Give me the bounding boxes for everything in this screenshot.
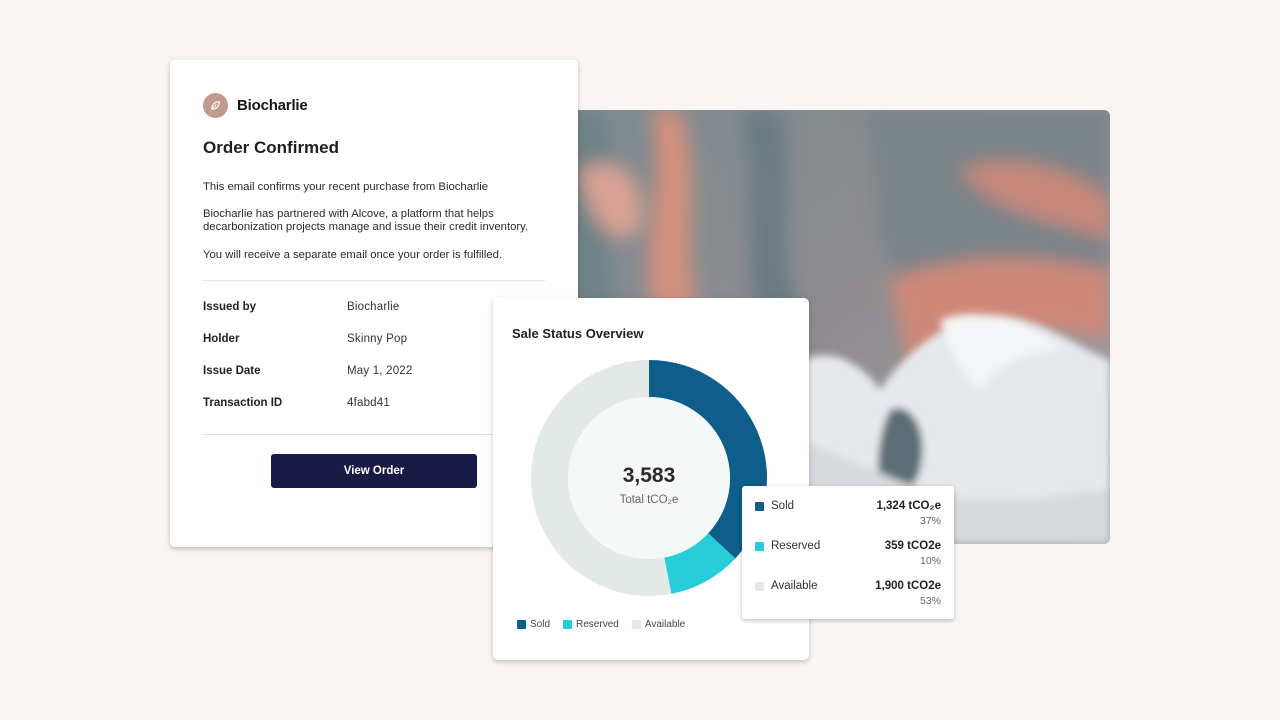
detail-label: Issue Date xyxy=(203,365,261,378)
breakdown-swatch xyxy=(755,542,764,551)
sale-breakdown-tooltip: Sold 1,324 tCO₂e 37% Reserved 359 tCO2e … xyxy=(742,486,954,619)
breakdown-percent: 53% xyxy=(919,595,941,607)
brand-name: Biocharlie xyxy=(237,97,308,114)
breakdown-percent: 37% xyxy=(919,515,941,527)
legend-label: Available xyxy=(644,619,686,630)
legend-swatch xyxy=(631,620,641,629)
detail-value: Skinny Pop xyxy=(347,333,408,346)
legend-swatch xyxy=(517,620,526,629)
legend-item-available[interactable]: Available xyxy=(631,619,686,630)
total-value: 3,583 xyxy=(623,464,676,487)
email-paragraph: Biocharlie has partnered with Alcove, a … xyxy=(203,207,529,234)
breakdown-label: Available xyxy=(771,580,818,592)
breakdown-swatch xyxy=(755,582,764,591)
detail-value: May 1, 2022 xyxy=(347,365,413,378)
breakdown-value: 1,324 tCO₂e xyxy=(876,500,941,512)
legend-swatch xyxy=(563,620,573,629)
email-title: Order Confirmed xyxy=(203,138,340,157)
email-paragraph: You will receive a separate email once y… xyxy=(203,248,503,261)
detail-value: Biocharlie xyxy=(347,301,400,314)
breakdown-row-sold: Sold 1,324 tCO₂e 37% xyxy=(755,488,941,527)
view-order-button[interactable]: View Order xyxy=(271,454,477,489)
legend-item-sold[interactable]: Sold xyxy=(517,619,550,630)
detail-label: Transaction ID xyxy=(203,397,283,410)
breakdown-percent: 10% xyxy=(919,555,941,567)
detail-value: 4fabd41 xyxy=(347,397,390,410)
breakdown-row-available: Available 1,900 tCO2e 53% xyxy=(755,568,941,607)
breakdown-row-reserved: Reserved 359 tCO2e 10% xyxy=(755,528,941,567)
brand-header: Biocharlie xyxy=(203,93,545,118)
detail-label: Holder xyxy=(203,333,240,346)
breakdown-value: 1,900 tCO2e xyxy=(875,580,941,592)
divider xyxy=(203,280,545,282)
breakdown-label: Reserved xyxy=(771,540,821,552)
legend-item-reserved[interactable]: Reserved xyxy=(563,619,619,630)
leaf-icon xyxy=(203,93,228,118)
email-paragraph: This email confirms your recent purchase… xyxy=(203,181,489,193)
breakdown-swatch xyxy=(755,502,764,511)
breakdown-value: 359 tCO2e xyxy=(884,540,941,552)
detail-label: Issued by xyxy=(203,301,257,314)
legend-label: Reserved xyxy=(576,619,619,630)
total-label: Total tCO₂e xyxy=(620,494,679,506)
chart-legend: Sold Reserved Available xyxy=(517,619,698,630)
legend-label: Sold xyxy=(530,619,551,630)
breakdown-label: Sold xyxy=(771,500,795,512)
